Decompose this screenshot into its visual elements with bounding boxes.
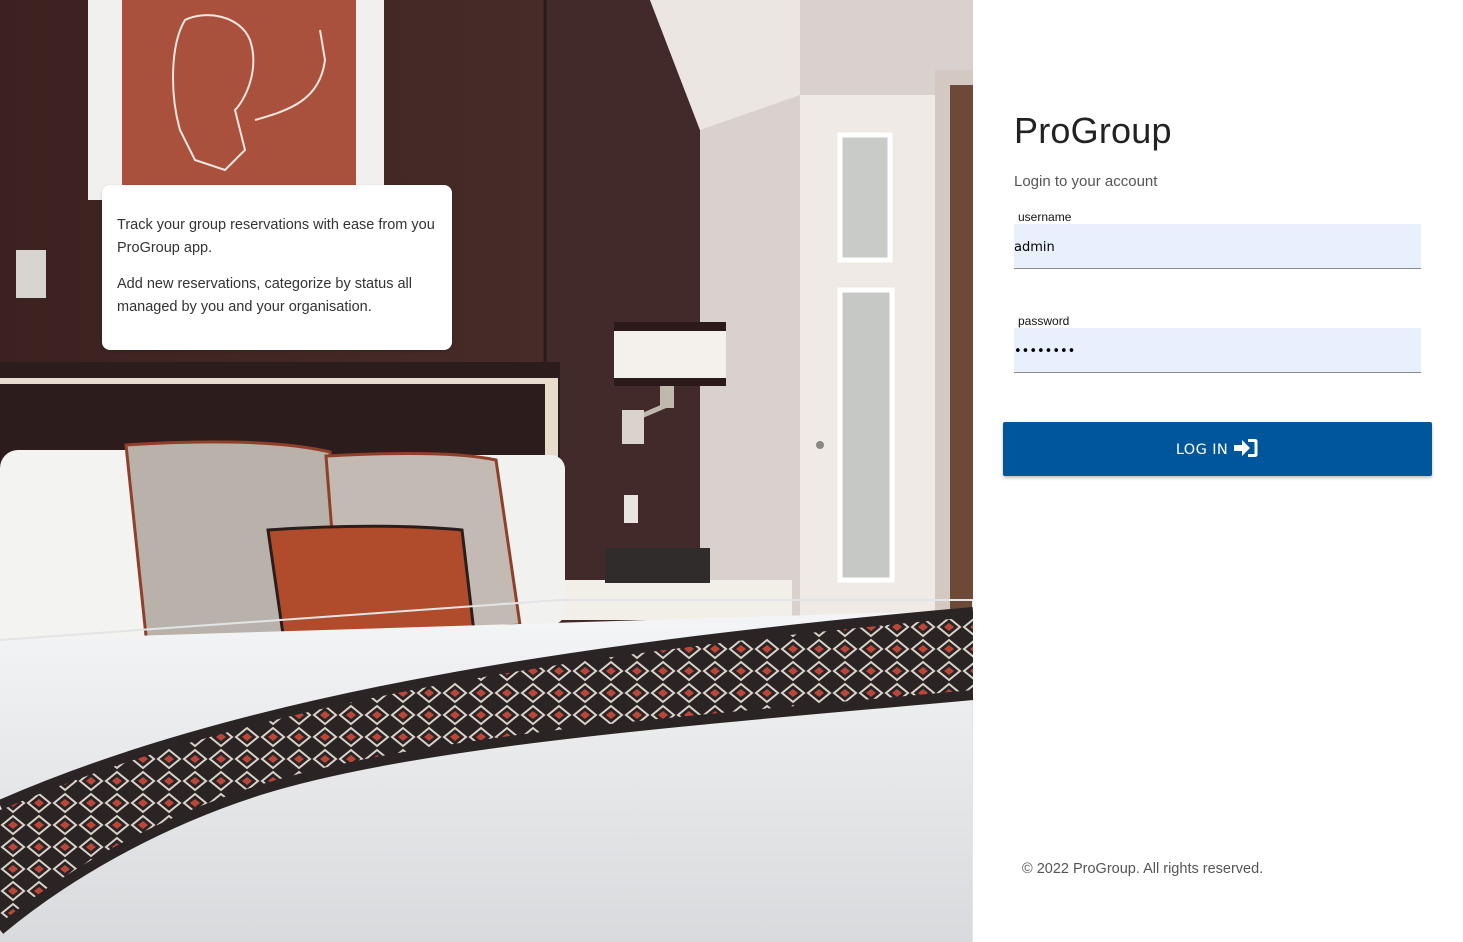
info-paragraph-2: Add new reservations, categorize by stat… <box>117 276 412 315</box>
login-button[interactable]: LOG IN <box>1003 422 1432 476</box>
copyright-text: © 2022 ProGroup. All rights reserved. <box>1022 861 1264 877</box>
login-panel: ProGroup Login to your account username … <box>973 0 1463 942</box>
username-label: username <box>1018 210 1072 224</box>
login-button-label: LOG IN <box>1175 442 1229 458</box>
sign-in-icon <box>1234 439 1258 457</box>
login-subtitle: Login to your account <box>1014 173 1158 190</box>
password-input[interactable] <box>1014 328 1421 373</box>
brand-title: ProGroup <box>1014 110 1172 151</box>
info-card: Track your group reservations with ease … <box>102 185 452 350</box>
password-field: password <box>1014 314 1421 373</box>
username-field: username <box>1014 210 1421 269</box>
hero-image: Track your group reservations with ease … <box>0 0 973 942</box>
hotel-room-illustration <box>0 0 973 942</box>
password-label: password <box>1018 314 1070 328</box>
info-paragraph-1: Track your group reservations with ease … <box>117 217 435 256</box>
username-input[interactable] <box>1014 224 1421 269</box>
